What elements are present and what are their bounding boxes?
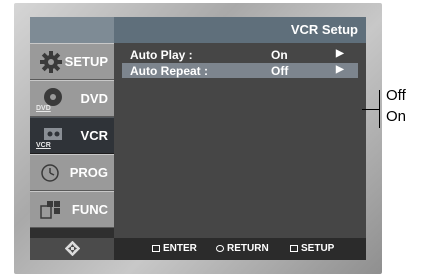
menu-row-label: Auto Play : bbox=[130, 48, 193, 62]
footer-return-label: RETURN bbox=[227, 243, 269, 254]
footer-setup-label: SETUP bbox=[301, 243, 335, 254]
gear-icon bbox=[40, 51, 62, 73]
sidebar-item-label: PROG bbox=[69, 165, 108, 180]
footer-left-panel bbox=[30, 238, 114, 260]
menu-row-auto-play[interactable]: Auto Play : On ▶ bbox=[122, 47, 358, 62]
navigation-pad-icon bbox=[65, 241, 80, 256]
osd-screen: VCR Setup SETUP DVD DVD VCR VCR PROG FUN… bbox=[30, 17, 366, 260]
vcr-tag: VCR bbox=[36, 142, 51, 149]
tv-bezel: VCR Setup SETUP DVD DVD VCR VCR PROG FUN… bbox=[14, 3, 382, 274]
callout-bracket bbox=[379, 90, 380, 128]
sidebar-item-label: FUNC bbox=[71, 202, 108, 217]
callout-option-on: On bbox=[386, 108, 407, 125]
header-left-panel bbox=[30, 17, 114, 43]
footer-bar: ENTER RETURN SETUP bbox=[30, 238, 366, 260]
sidebar-item-label: SETUP bbox=[64, 54, 108, 69]
sidebar-item-setup[interactable]: SETUP bbox=[30, 43, 114, 80]
menu-content: Auto Play : On ▶ Auto Repeat : Off ▶ bbox=[114, 43, 366, 238]
menu-row-value: Off bbox=[271, 64, 289, 78]
footer-setup-hint: SETUP bbox=[290, 243, 334, 254]
clock-icon bbox=[41, 164, 59, 182]
right-arrow-icon: ▶ bbox=[336, 64, 344, 75]
return-key-icon bbox=[216, 245, 224, 252]
sidebar-item-label: VCR bbox=[80, 128, 108, 143]
function-grid-icon bbox=[40, 201, 60, 219]
sidebar-item-dvd[interactable]: DVD DVD bbox=[30, 80, 114, 117]
footer-enter-hint: ENTER bbox=[152, 243, 197, 254]
sidebar: SETUP DVD DVD VCR VCR PROG FUNC bbox=[30, 43, 114, 238]
right-arrow-icon: ▶ bbox=[336, 48, 344, 59]
sidebar-item-prog[interactable]: PROG bbox=[30, 154, 114, 191]
sidebar-item-label: DVD bbox=[80, 91, 108, 106]
setup-key-icon bbox=[290, 245, 298, 252]
menu-row-label: Auto Repeat : bbox=[130, 64, 208, 78]
screen-title: VCR Setup bbox=[290, 22, 358, 37]
enter-key-icon bbox=[152, 245, 160, 252]
callout-option-off: Off bbox=[386, 87, 406, 104]
callout-pointer-line bbox=[362, 109, 379, 110]
sidebar-item-vcr[interactable]: VCR VCR bbox=[30, 117, 114, 154]
sidebar-item-func[interactable]: FUNC bbox=[30, 191, 114, 228]
menu-row-value: On bbox=[271, 48, 288, 62]
dvd-tag: DVD bbox=[36, 105, 51, 112]
footer-enter-label: ENTER bbox=[163, 243, 197, 254]
menu-row-auto-repeat[interactable]: Auto Repeat : Off ▶ bbox=[122, 63, 358, 78]
header-bar: VCR Setup bbox=[114, 17, 366, 43]
footer-return-hint: RETURN bbox=[216, 243, 269, 254]
